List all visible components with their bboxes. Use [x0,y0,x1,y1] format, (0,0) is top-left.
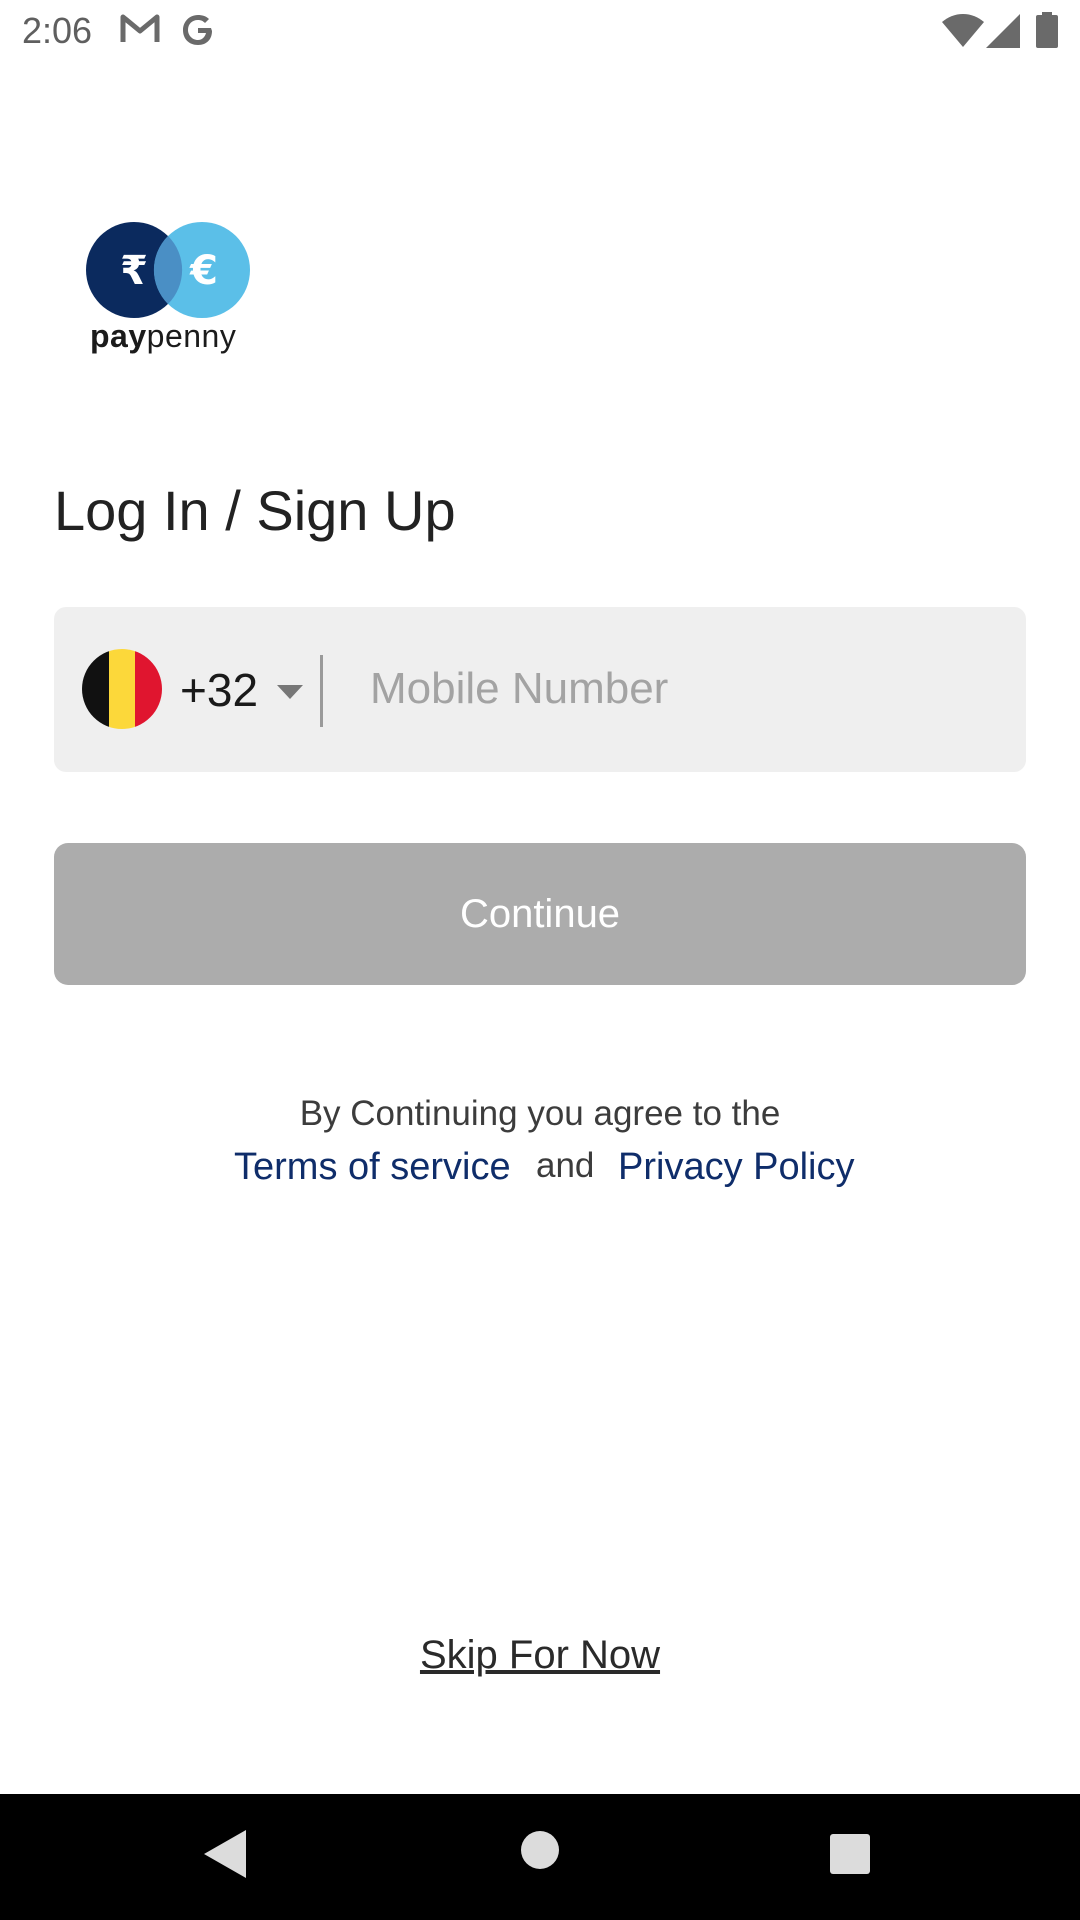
battery-icon [1036,12,1058,53]
terms-of-service-link[interactable]: Terms of service [234,1146,511,1189]
continue-button[interactable]: Continue [54,843,1026,985]
logo-penny: penny [146,318,237,354]
back-icon[interactable] [204,1830,246,1883]
terms-prefix-text: By Continuing you agree to the [299,1094,781,1133]
cell-signal-icon [986,14,1020,53]
logo-pay: pay [90,318,147,354]
terms-and-text: and [536,1146,595,1185]
google-icon [180,12,216,53]
dropdown-caret-icon [277,685,303,704]
home-icon[interactable] [520,1830,560,1875]
mobile-number-input[interactable] [354,647,1010,731]
paypenny-logo: ₹ € paypenny [84,220,254,360]
euro-symbol: € [189,248,218,294]
login-screen: 2:06 ₹ € paypenny Log In / Sign Up +32 M… [0,0,1080,1920]
logo-wordmark: paypenny [90,318,236,355]
recents-icon[interactable] [830,1834,870,1879]
page-title: Log In / Sign Up [54,479,456,542]
status-time: 2:06 [22,10,93,51]
gmail-icon [120,12,160,51]
skip-for-now-link[interactable]: Skip For Now [420,1633,660,1677]
skip-container: Skip For Now [0,1633,1080,1678]
belgium-flag-icon [82,649,162,729]
field-divider [320,655,323,727]
system-nav-bar [0,1794,1080,1920]
wifi-icon [942,14,984,53]
logo-mark: ₹ € [86,222,250,318]
status-bar: 2:06 [0,0,1080,63]
privacy-policy-link[interactable]: Privacy Policy [618,1146,855,1189]
dial-code: +32 [180,664,259,716]
phone-number-field: +32 [54,607,1026,772]
rupee-symbol: ₹ [120,248,148,294]
country-code-picker[interactable]: +32 [82,649,303,731]
